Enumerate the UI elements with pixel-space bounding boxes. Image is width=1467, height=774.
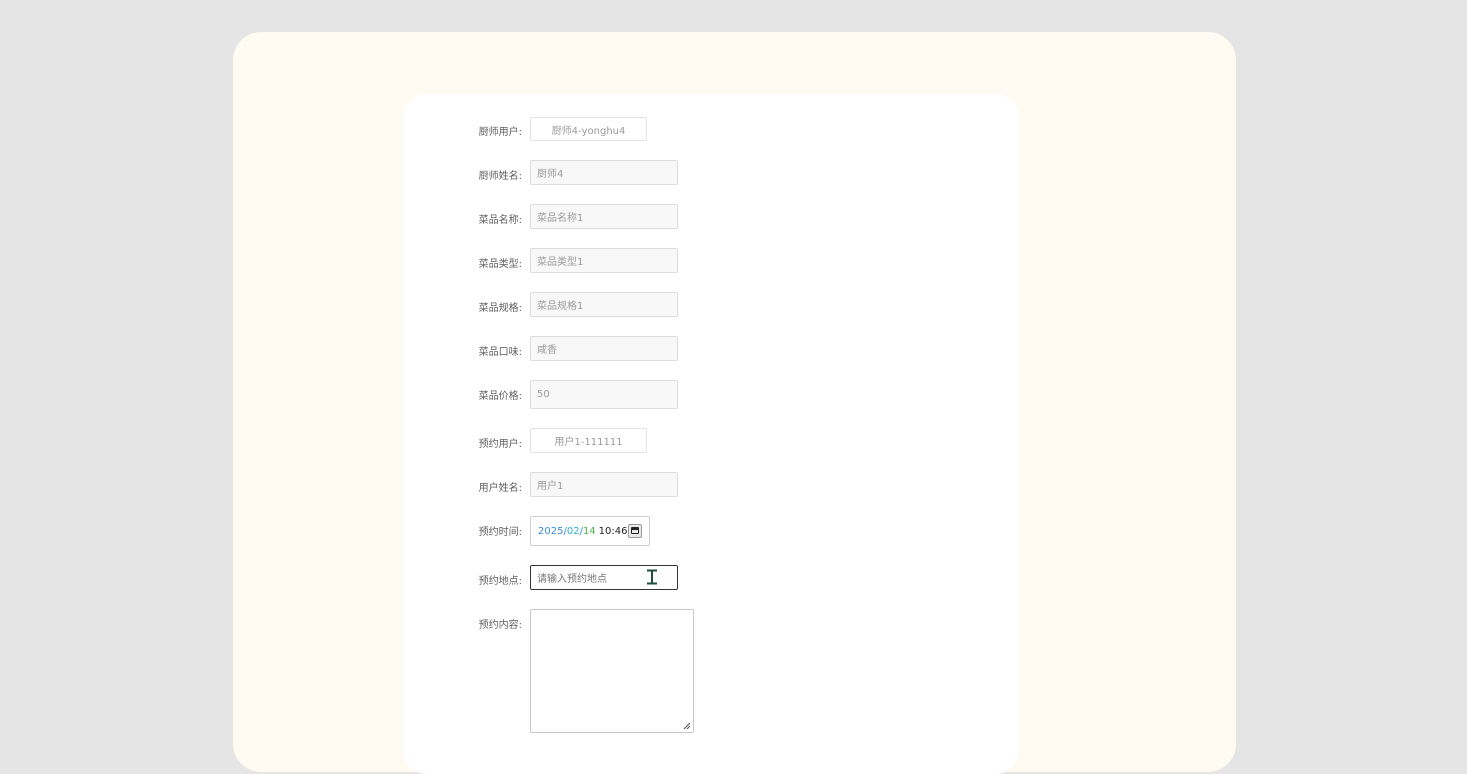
booking-user-value: 用户1-111111 xyxy=(554,437,623,448)
user-name-label: 用户姓名: xyxy=(478,483,522,494)
dish-type-field[interactable]: 菜品类型1 xyxy=(530,248,678,273)
resize-handle-icon[interactable] xyxy=(683,722,691,730)
user-name-field[interactable]: 用户1 xyxy=(530,472,678,497)
chef-name-value: 厨师4 xyxy=(537,169,564,180)
booking-time-clock[interactable]: 10:46 xyxy=(599,526,628,537)
chef-name-label: 厨师姓名: xyxy=(478,171,522,182)
calendar-icon[interactable] xyxy=(628,524,642,538)
booking-time-input[interactable]: 2025/02/14 10:46 xyxy=(530,516,650,546)
booking-content-textarea[interactable] xyxy=(530,609,694,733)
dish-type-value: 菜品类型1 xyxy=(537,257,584,268)
form-card xyxy=(403,94,1019,774)
booking-user-label: 预约用户: xyxy=(478,439,522,450)
dish-name-field[interactable]: 菜品名称1 xyxy=(530,204,678,229)
user-name-value: 用户1 xyxy=(537,481,564,492)
dish-type-label: 菜品类型: xyxy=(478,259,522,270)
chef-user-value: 厨师4-yonghu4 xyxy=(551,125,626,137)
booking-time-label: 预约时间: xyxy=(478,527,522,538)
dish-spec-label: 菜品规格: xyxy=(478,303,522,314)
dish-price-field[interactable]: 50 xyxy=(530,380,678,409)
chef-user-label: 厨师用户: xyxy=(478,127,522,138)
dish-name-value: 菜品名称1 xyxy=(537,213,584,224)
booking-location-placeholder: 请输入预约地点 xyxy=(537,574,607,585)
dish-flavor-field[interactable]: 咸香 xyxy=(530,336,678,361)
chef-name-field[interactable]: 厨师4 xyxy=(530,160,678,185)
booking-location-label: 预约地点: xyxy=(478,576,522,587)
dish-price-value: 50 xyxy=(537,389,550,400)
booking-time-year[interactable]: 2025 xyxy=(538,526,563,537)
dish-spec-field[interactable]: 菜品规格1 xyxy=(530,292,678,317)
booking-user-select[interactable]: 用户1-111111 xyxy=(530,428,647,453)
dish-flavor-value: 咸香 xyxy=(537,345,557,356)
dish-name-label: 菜品名称: xyxy=(478,215,522,226)
booking-content-label: 预约内容: xyxy=(478,620,522,631)
dish-flavor-label: 菜品口味: xyxy=(478,347,522,358)
dish-spec-value: 菜品规格1 xyxy=(537,301,584,312)
text-cursor-icon xyxy=(647,569,657,585)
booking-time-month[interactable]: 02 xyxy=(567,526,580,537)
chef-user-select[interactable]: 厨师4-yonghu4 xyxy=(530,117,647,141)
dish-price-label: 菜品价格: xyxy=(478,391,522,402)
booking-time-day[interactable]: 14 xyxy=(583,526,596,537)
